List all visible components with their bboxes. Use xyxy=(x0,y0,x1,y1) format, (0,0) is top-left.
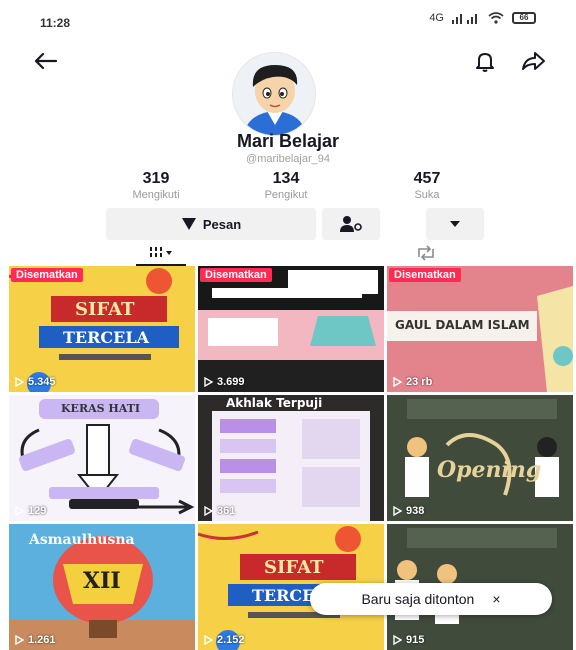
video-tile[interactable]: SIFAT TERCELA Disematkan 5.345 xyxy=(9,266,195,392)
video-title: SIFAT xyxy=(75,299,135,320)
profile-username: @maribelajar_94 xyxy=(246,153,330,165)
view-count-value: 938 xyxy=(406,505,425,517)
stat-following-value: 319 xyxy=(142,170,170,187)
wifi-icon xyxy=(488,12,504,24)
caret-down-icon xyxy=(450,221,460,227)
play-icon xyxy=(204,377,213,387)
message-button[interactable]: Pesan xyxy=(106,208,316,240)
share-button[interactable] xyxy=(518,46,548,76)
video-title: Asmaulhusna xyxy=(29,532,135,548)
video-title: KERAS HATI xyxy=(61,402,141,415)
content-tabs xyxy=(0,240,576,266)
video-subtitle: XII xyxy=(83,568,121,594)
notification-button[interactable] xyxy=(470,46,500,76)
view-count-value: 23 rb xyxy=(406,376,433,388)
avatar[interactable] xyxy=(232,52,316,136)
grid-menu-icon xyxy=(150,247,172,257)
video-thumbnail xyxy=(198,266,384,392)
pinned-badge: Disematkan xyxy=(200,268,272,282)
view-count-value: 2.152 xyxy=(217,634,245,646)
stat-likes-label: Suka xyxy=(414,189,440,201)
send-icon xyxy=(181,218,196,230)
status-bar: 11:28 4G 66 xyxy=(0,0,576,40)
avatar-cartoon-image xyxy=(233,53,315,135)
signal-icon xyxy=(452,14,477,24)
pinned-badge: Disematkan xyxy=(389,268,461,282)
view-count: 129 xyxy=(15,505,46,517)
stat-likes-value: 457 xyxy=(413,170,441,187)
view-count-value: 915 xyxy=(406,634,425,646)
more-dropdown-button[interactable] xyxy=(426,208,484,240)
video-title: SIFAT xyxy=(264,557,324,578)
video-title: Akhlak Terpuji xyxy=(226,396,323,410)
stat-followers-value: 134 xyxy=(272,170,300,187)
tab-videos[interactable] xyxy=(136,240,186,266)
back-button[interactable] xyxy=(30,46,60,76)
tab-reposts[interactable] xyxy=(406,240,446,266)
toast-text: Baru saja ditonton xyxy=(361,591,475,607)
video-title: GAUL DALAM ISLAM xyxy=(395,318,530,332)
pinned-badge: Disematkan xyxy=(11,268,83,282)
video-tile[interactable]: Asmaulhusna XII 1.261 xyxy=(9,524,195,650)
video-tile[interactable]: Opening 938 xyxy=(387,395,573,521)
stat-followers[interactable]: 134 Pengikut xyxy=(226,170,346,201)
video-tile[interactable]: Disematkan 3.699 xyxy=(198,266,384,392)
close-icon[interactable]: × xyxy=(492,591,500,607)
view-count: 2.152 xyxy=(204,634,245,646)
video-tile[interactable]: GAUL DALAM ISLAM Disematkan 23 rb xyxy=(387,266,573,392)
play-icon xyxy=(204,506,213,516)
stat-following-label: Mengikuti xyxy=(132,189,180,201)
status-icons: 4G 66 xyxy=(429,12,536,24)
recently-watched-toast[interactable]: Baru saja ditonton × xyxy=(310,583,552,615)
play-icon xyxy=(393,377,402,387)
battery-icon: 66 xyxy=(512,12,536,24)
view-count-value: 1.261 xyxy=(28,634,56,646)
play-icon xyxy=(393,506,402,516)
follow-options-button[interactable] xyxy=(322,208,380,240)
network-label: 4G xyxy=(429,12,444,24)
stat-following[interactable]: 319 Mengikuti xyxy=(96,170,216,201)
view-count-value: 361 xyxy=(217,505,236,517)
view-count-value: 3.699 xyxy=(217,376,245,388)
play-icon xyxy=(204,635,213,645)
play-icon xyxy=(393,635,402,645)
video-thumbnail xyxy=(198,395,384,521)
view-count: 1.261 xyxy=(15,634,56,646)
view-count: 915 xyxy=(393,634,424,646)
play-icon xyxy=(15,635,24,645)
message-button-label: Pesan xyxy=(202,216,242,232)
profile-stats: 319 Mengikuti 134 Pengikut 457 Suka xyxy=(0,170,576,210)
share-icon xyxy=(522,52,545,70)
view-count-value: 129 xyxy=(28,505,47,517)
view-count-value: 5.345 xyxy=(28,376,56,388)
video-tile[interactable]: KERAS HATI 129 xyxy=(9,395,195,521)
user-check-icon xyxy=(340,216,362,232)
video-tile[interactable]: Akhlak Terpuji 361 xyxy=(198,395,384,521)
view-count: 5.345 xyxy=(15,376,56,388)
video-subtitle: TERCELA xyxy=(63,328,149,347)
status-time: 11:28 xyxy=(40,16,71,30)
play-icon xyxy=(15,506,24,516)
video-title: Opening xyxy=(437,457,542,483)
view-count: 361 xyxy=(204,505,235,517)
profile-actions: Pesan xyxy=(0,208,576,242)
view-count: 3.699 xyxy=(204,376,245,388)
play-icon xyxy=(15,377,24,387)
view-count: 23 rb xyxy=(393,376,432,388)
view-count: 938 xyxy=(393,505,424,517)
profile-display-name: Mari Belajar xyxy=(236,131,340,151)
stat-followers-label: Pengikut xyxy=(264,189,308,201)
stat-likes[interactable]: 457 Suka xyxy=(367,170,487,201)
bell-icon xyxy=(476,53,494,72)
repost-icon xyxy=(418,245,434,261)
arrow-left-icon xyxy=(34,52,58,70)
